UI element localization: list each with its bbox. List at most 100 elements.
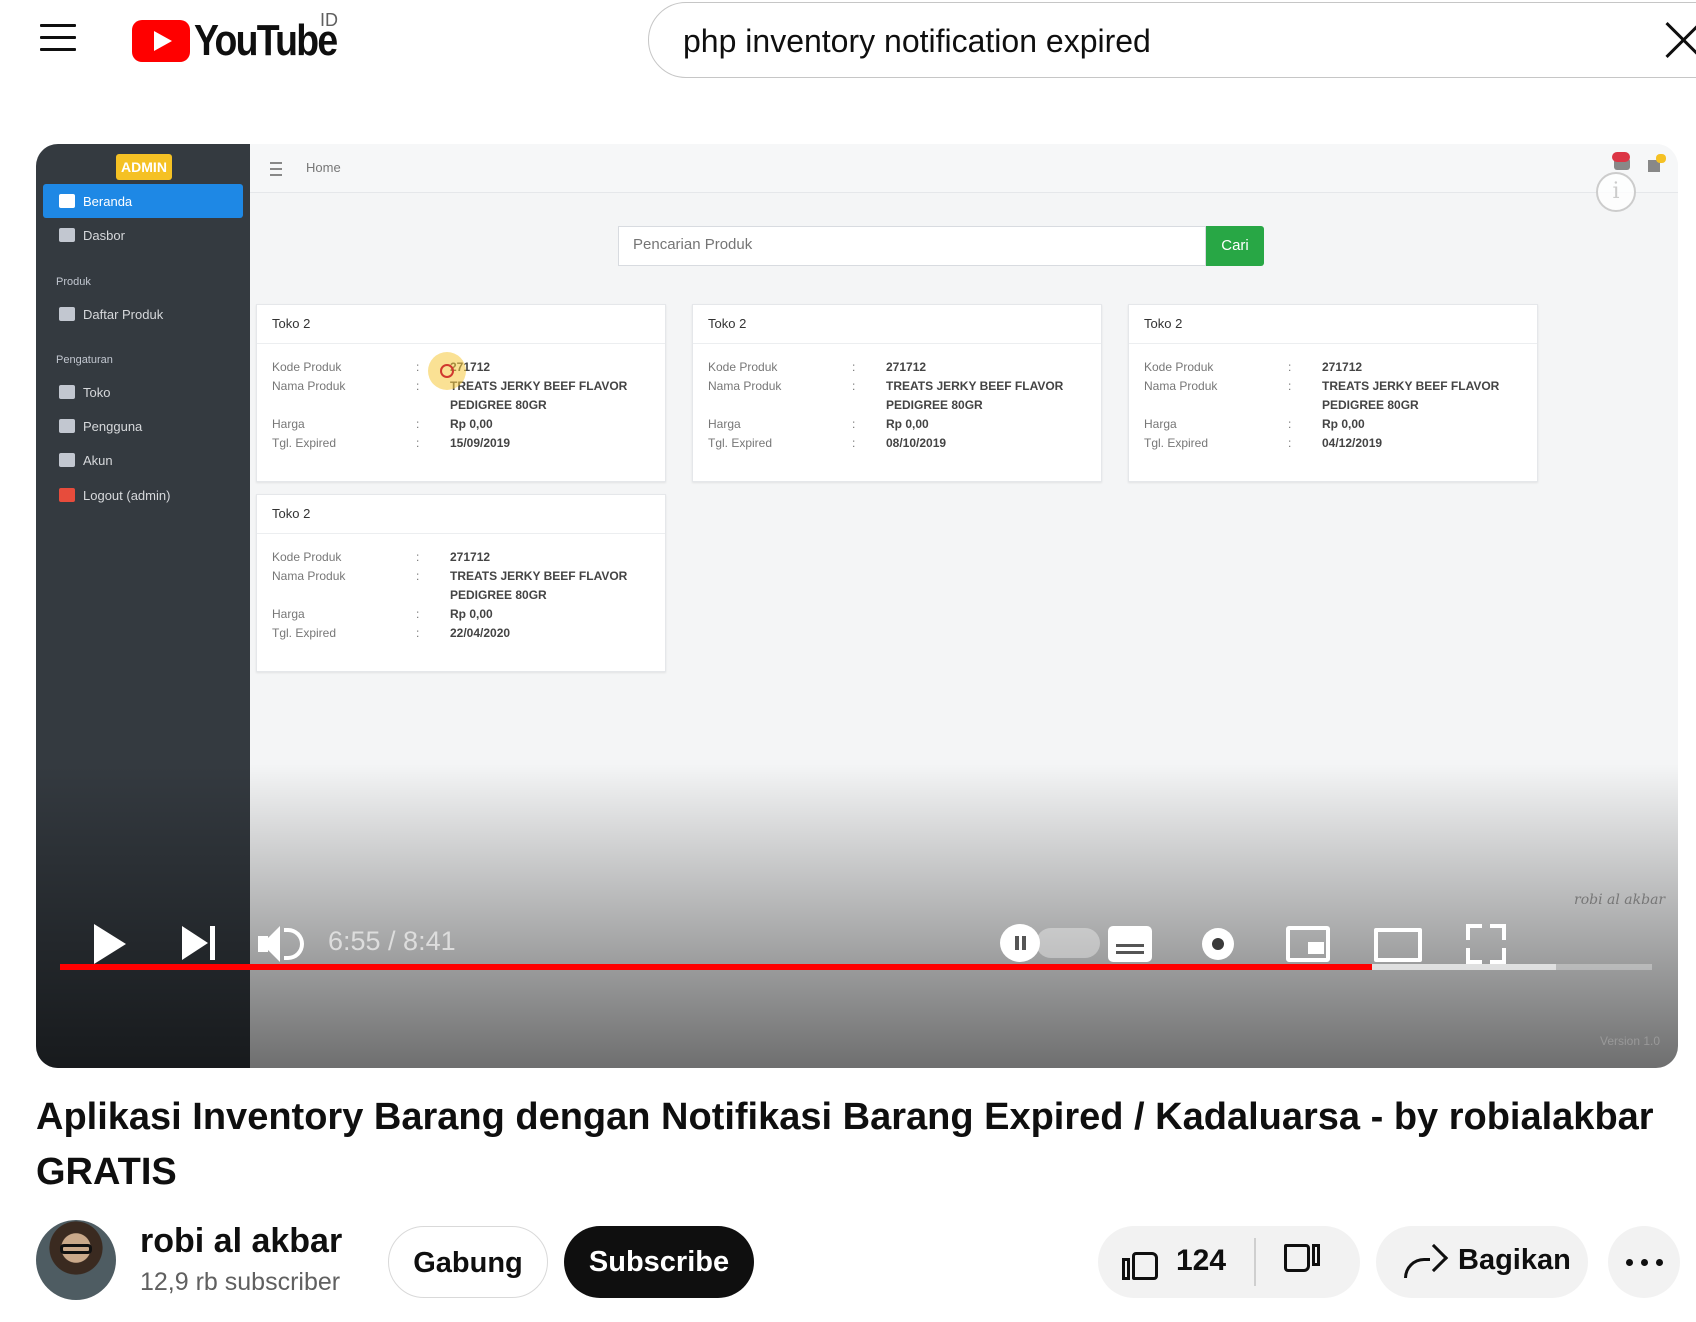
product-search: [618, 226, 1206, 266]
card-expired: 04/12/2019: [1322, 436, 1383, 450]
product-card: Toko 2 Kode Produk:271712 Nama Produk: TR…: [1128, 304, 1538, 482]
card-nama: TREATS JERKY BEEF FLAVOR: [1322, 379, 1500, 393]
play-button[interactable]: [90, 924, 130, 964]
channel-avatar[interactable]: [36, 1220, 116, 1300]
card-harga: Rp 0,00: [1322, 417, 1365, 431]
join-button[interactable]: Gabung: [388, 1226, 548, 1298]
label-harga: Harga: [272, 607, 305, 621]
card-harga: Rp 0,00: [886, 417, 929, 431]
youtube-play-icon: [132, 20, 190, 62]
label-nama: Nama Produk: [1144, 379, 1218, 393]
card-nama-2: PEDIGREE 80GR: [450, 398, 547, 412]
label-harga: Harga: [1144, 417, 1177, 431]
app-nav-daftar-produk: Daftar Produk: [43, 297, 243, 331]
card-store: Toko 2: [272, 506, 311, 521]
product-card: Toko 2 Kode Produk:271712 Nama Produk: TR…: [692, 304, 1102, 482]
card-store: Toko 2: [708, 316, 747, 331]
thumbs-down-icon[interactable]: [1284, 1244, 1320, 1280]
product-card: Toko 2 Kode Produk:271712 Nama Produk: TR…: [256, 304, 666, 482]
share-label: Bagikan: [1458, 1244, 1571, 1276]
masthead: YouTube ID: [0, 0, 1696, 100]
progress-played: [60, 964, 1372, 970]
boxes-icon: [59, 307, 75, 321]
app-nav-toko: Toko: [43, 375, 243, 409]
search-box[interactable]: [648, 2, 1696, 78]
app-nav-akun: Akun: [43, 443, 243, 477]
controls-gradient: [36, 764, 1678, 1068]
cursor-highlight: [428, 352, 466, 390]
hourglass-badge: [1656, 154, 1666, 163]
app-nav-logout: Logout (admin): [43, 478, 243, 512]
app-breadcrumb: Home: [306, 160, 341, 175]
app-section-pengaturan: Pengaturan: [56, 354, 113, 366]
subscribe-button[interactable]: Subscribe: [564, 1226, 754, 1298]
user-cog-icon: [59, 453, 75, 467]
label-kode: Kode Produk: [1144, 360, 1214, 374]
label-expired: Tgl. Expired: [272, 436, 337, 450]
thumbs-up-icon[interactable]: [1122, 1244, 1158, 1280]
video-title: Aplikasi Inventory Barang dengan Notifik…: [36, 1096, 1654, 1193]
logo-text: YouTube: [194, 16, 338, 65]
autoplay-pause-icon: [1000, 924, 1040, 962]
label-nama: Nama Produk: [272, 379, 346, 393]
card-store: Toko 2: [1144, 316, 1183, 331]
app-nav-dasbor: Dasbor: [43, 218, 243, 252]
card-nama-2: PEDIGREE 80GR: [886, 398, 983, 412]
app-version: Version 1.0: [1600, 1034, 1661, 1048]
menu-icon[interactable]: [40, 24, 76, 52]
label-kode: Kode Produk: [708, 360, 778, 374]
users-icon: [59, 419, 75, 433]
like-divider: [1254, 1238, 1256, 1286]
card-harga: Rp 0,00: [450, 607, 493, 621]
fullscreen-icon[interactable]: [1466, 924, 1506, 964]
info-icon[interactable]: i: [1596, 172, 1636, 212]
logout-icon: [59, 488, 75, 502]
app-section-produk: Produk: [56, 276, 91, 288]
more-actions-button[interactable]: [1608, 1226, 1680, 1298]
admin-badge: ADMIN: [116, 154, 172, 180]
dashboard-icon: [59, 228, 75, 242]
like-count[interactable]: 124: [1176, 1244, 1226, 1278]
product-card: Toko 2 Kode Produk:271712 Nama Produk: TR…: [256, 494, 666, 672]
subtitles-icon[interactable]: [1108, 926, 1152, 962]
cari-button: Cari: [1206, 226, 1264, 266]
miniplayer-icon[interactable]: [1286, 926, 1330, 962]
notification-badge: [1612, 152, 1630, 162]
card-nama: TREATS JERKY BEEF FLAVOR: [886, 379, 1064, 393]
watermark-signature: robi al akbar: [1574, 892, 1666, 908]
label-expired: Tgl. Expired: [1144, 436, 1209, 450]
clear-search-icon[interactable]: [1664, 20, 1696, 60]
card-nama-2: PEDIGREE 80GR: [450, 588, 547, 602]
card-expired: 22/04/2020: [450, 626, 511, 640]
video-app-topbar: Home: [250, 144, 1678, 193]
settings-gear-icon[interactable]: [1198, 924, 1238, 964]
card-harga: Rp 0,00: [450, 417, 493, 431]
card-expired: 15/09/2019: [450, 436, 511, 450]
next-button[interactable]: [182, 926, 222, 962]
search-input[interactable]: [681, 17, 1665, 65]
label-harga: Harga: [272, 417, 305, 431]
card-kode: 271712: [1322, 360, 1363, 374]
card-store: Toko 2: [272, 316, 311, 331]
channel-name[interactable]: robi al akbar: [140, 1222, 342, 1261]
more-dot: [1641, 1259, 1648, 1266]
autoplay-toggle[interactable]: [1036, 928, 1100, 958]
app-nav-beranda: Beranda: [43, 184, 243, 218]
card-expired: 08/10/2019: [886, 436, 947, 450]
more-dot: [1626, 1259, 1633, 1266]
app-menu-icon: [270, 162, 282, 176]
card-kode: 271712: [450, 550, 491, 564]
label-nama: Nama Produk: [272, 569, 346, 583]
more-dot: [1656, 1259, 1663, 1266]
theater-mode-icon[interactable]: [1374, 928, 1422, 962]
time-display: 6:55 / 8:41: [328, 926, 456, 956]
card-nama: TREATS JERKY BEEF FLAVOR: [450, 569, 628, 583]
video-player[interactable]: ADMIN Beranda Dasbor Produk Daftar Produ…: [36, 144, 1678, 1068]
label-expired: Tgl. Expired: [272, 626, 337, 640]
label-expired: Tgl. Expired: [708, 436, 773, 450]
country-code: ID: [320, 10, 338, 30]
home-icon: [59, 194, 75, 208]
card-nama-2: PEDIGREE 80GR: [1322, 398, 1419, 412]
card-kode: 271712: [886, 360, 927, 374]
label-kode: Kode Produk: [272, 360, 342, 374]
